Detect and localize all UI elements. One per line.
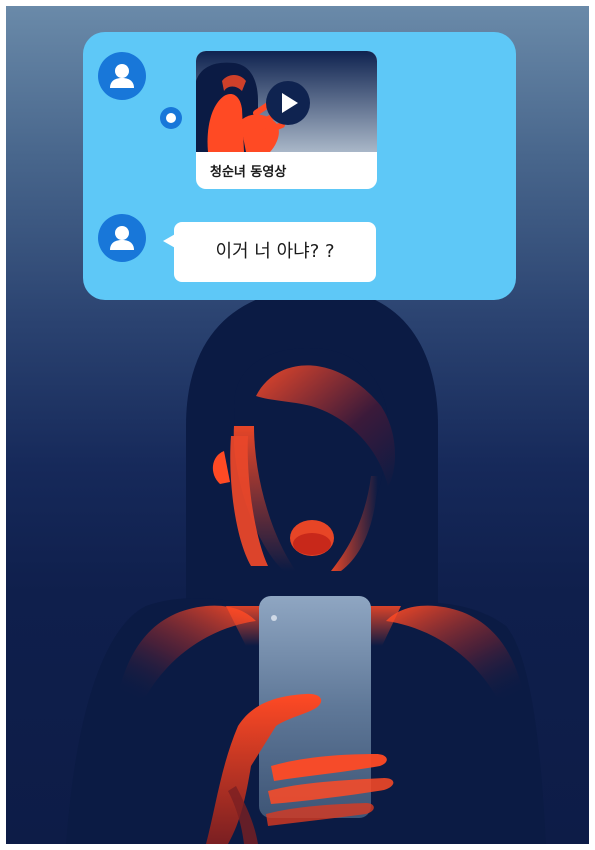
play-icon[interactable] <box>266 81 310 125</box>
video-card[interactable]: 청순녀 동영상 <box>196 51 377 189</box>
typing-indicator-icon <box>160 107 182 129</box>
message-text: 이거 너 아냐? ? <box>215 241 335 262</box>
scene: 청순녀 동영상 이거 너 아냐? ? <box>6 6 589 844</box>
chat-bubble: 청순녀 동영상 이거 너 아냐? ? <box>83 32 516 300</box>
video-title: 청순녀 동영상 <box>210 165 287 180</box>
user-avatar-icon <box>98 214 146 262</box>
user-avatar-icon <box>98 52 146 100</box>
message-bubble: 이거 너 아냐? ? <box>174 222 376 282</box>
